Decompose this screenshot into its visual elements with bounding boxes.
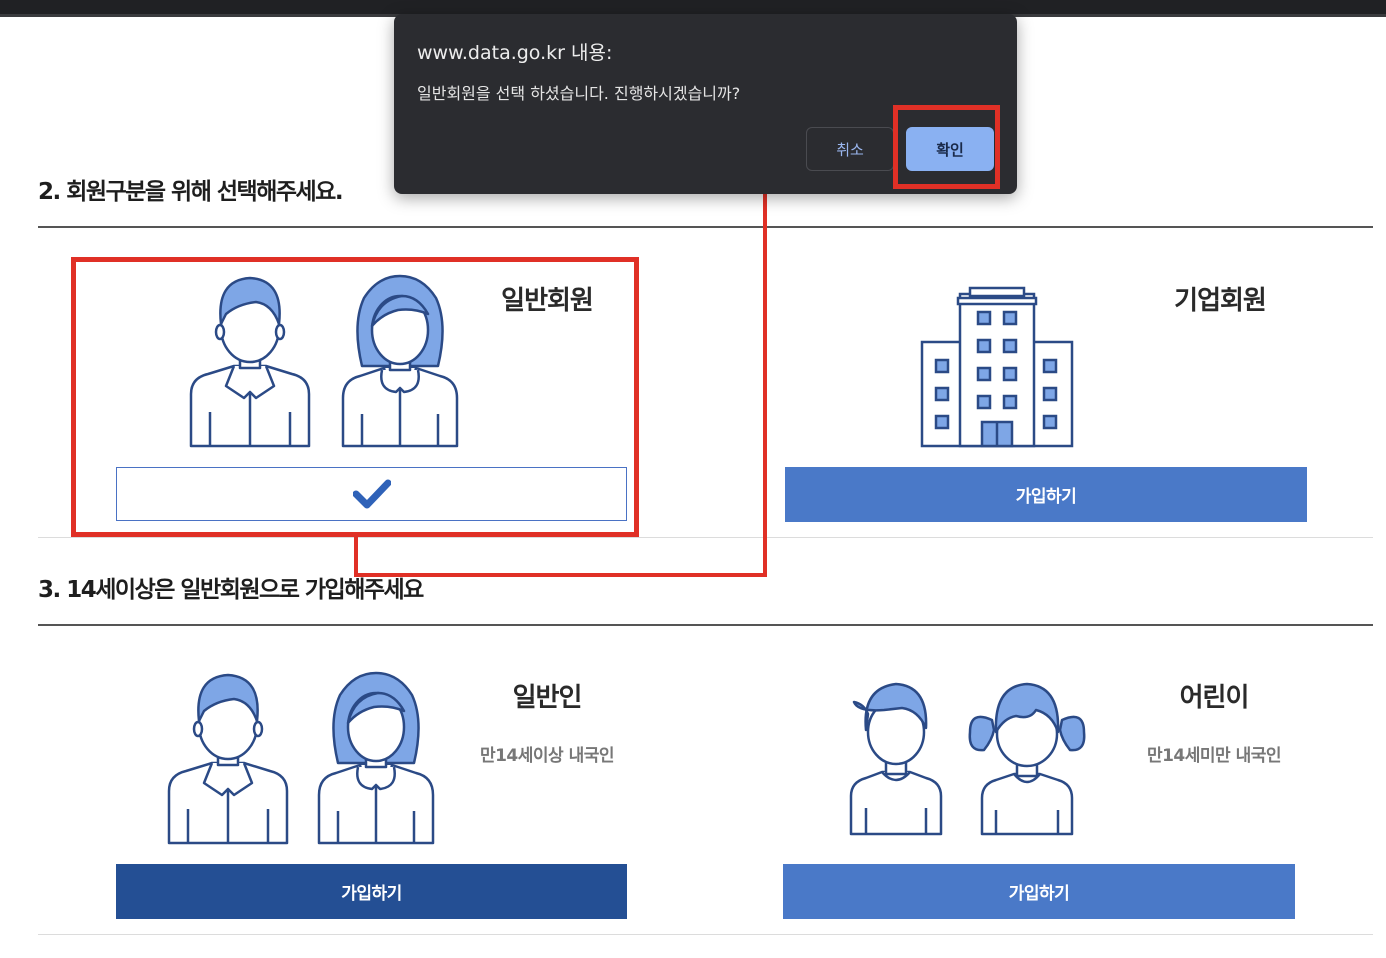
adult-subtitle: 만14세이상 내국인 (479, 746, 615, 766)
female-person-icon (317, 671, 435, 845)
child-join-button[interactable]: 가입하기 (783, 864, 1295, 919)
dialog-message: 일반회원을 선택 하셨습니다. 진행하시겠습니까? (417, 84, 741, 103)
corporate-join-button[interactable]: 가입하기 (785, 467, 1307, 522)
section-2-divider (38, 226, 1373, 228)
section-3-bottom-divider (38, 934, 1373, 935)
confirm-button[interactable]: 확인 (906, 127, 994, 171)
section-3-divider (38, 624, 1373, 626)
section-2-title: 2. 회원구분을 위해 선택해주세요. (38, 179, 344, 205)
building-icon (920, 286, 1074, 448)
male-person-icon (167, 673, 289, 845)
general-member-title: 일반회원 (501, 286, 594, 316)
general-member-selected-button[interactable] (116, 467, 627, 521)
checkmark-icon (352, 479, 391, 509)
section-2-bottom-divider (38, 537, 1373, 538)
male-person-icon (189, 276, 311, 448)
adult-join-button[interactable]: 가입하기 (116, 864, 627, 919)
section-3-title: 3. 14세이상은 일반회원으로 가입해주세요 (38, 577, 424, 603)
girl-icon (968, 682, 1086, 836)
female-person-icon (341, 274, 459, 448)
boy-icon (849, 682, 943, 836)
corporate-member-title: 기업회원 (1174, 286, 1267, 316)
adult-title: 일반인 (512, 683, 583, 713)
child-title: 어린이 (1179, 683, 1250, 713)
alert-dialog: www.data.go.kr 내용: 일반회원을 선택 하셨습니다. 진행하시겠… (394, 14, 1017, 194)
child-subtitle: 만14세미만 내국인 (1146, 746, 1282, 766)
dialog-title: www.data.go.kr 내용: (417, 42, 613, 64)
cancel-button[interactable]: 취소 (806, 127, 894, 171)
